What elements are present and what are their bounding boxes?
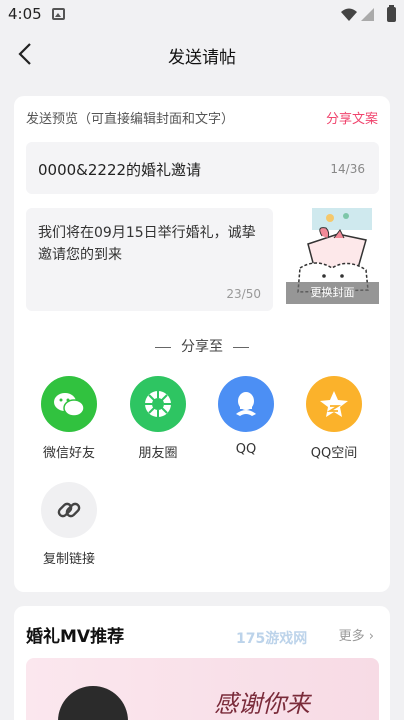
status-bar: 4:05 xyxy=(0,0,404,30)
nav-bar: 发送请帖 xyxy=(0,30,404,78)
change-cover-button[interactable]: 更换封面 xyxy=(286,282,379,304)
signal-icon xyxy=(361,8,374,21)
status-time: 4:05 xyxy=(8,5,42,23)
copy-link-label: 复制链接 xyxy=(42,552,95,567)
qzone-icon xyxy=(306,376,362,432)
mv-more-link[interactable]: 更多 › xyxy=(339,625,374,644)
share-moments-label: 朋友圈 xyxy=(138,446,178,461)
share-qzone-label: QQ空间 xyxy=(310,446,358,461)
wechat-icon xyxy=(41,376,97,432)
wedding-mv-section: 婚礼MV推荐 175游戏网 更多 › 感谢你来 xyxy=(14,606,390,720)
invitation-description-text: 我们将在09月15日举行婚礼，诚挚邀请您的到来 xyxy=(38,225,256,263)
mv-section-title: 婚礼MV推荐 xyxy=(26,627,125,647)
moments-icon xyxy=(130,376,186,432)
share-qq[interactable]: QQ xyxy=(211,376,281,457)
share-to-heading: 分享至 xyxy=(14,336,390,356)
title-char-count: 14/36 xyxy=(330,162,365,176)
qq-icon xyxy=(218,376,274,432)
mv-more-label: 更多 xyxy=(338,629,365,644)
mv-disc-image xyxy=(58,686,128,720)
invitation-title-field[interactable]: 0000&2222的婚礼邀请 14/36 xyxy=(26,142,379,194)
share-moments[interactable]: 朋友圈 xyxy=(123,376,193,461)
share-wechat-label: 微信好友 xyxy=(42,446,95,461)
preview-label: 发送预览（可直接编辑封面和文字） xyxy=(26,112,235,127)
image-notification-icon xyxy=(52,8,65,20)
chevron-right-icon: › xyxy=(368,629,374,644)
invitation-preview-card: 发送预览（可直接编辑封面和文字） 分享文案 0000&2222的婚礼邀请 14/… xyxy=(14,96,390,592)
description-char-count: 23/50 xyxy=(226,287,261,301)
copy-link-button[interactable]: 复制链接 xyxy=(34,482,104,567)
battery-icon xyxy=(387,5,396,22)
invitation-description-field[interactable]: 我们将在09月15日举行婚礼，诚挚邀请您的到来 23/50 xyxy=(26,208,273,311)
wifi-icon xyxy=(341,8,357,21)
share-wechat-friends[interactable]: 微信好友 xyxy=(34,376,104,461)
watermark-logo: 175游戏网 xyxy=(236,631,308,647)
link-icon xyxy=(41,482,97,538)
share-qq-label: QQ xyxy=(235,442,257,457)
mv-banner-text: 感谢你来 xyxy=(214,690,310,718)
mv-banner[interactable]: 感谢你来 xyxy=(26,658,379,720)
invitation-title-text: 0000&2222的婚礼邀请 xyxy=(38,161,202,179)
share-copy-link[interactable]: 分享文案 xyxy=(326,108,378,127)
page-title: 发送请帖 xyxy=(168,48,236,68)
share-qzone[interactable]: QQ空间 xyxy=(299,376,369,461)
cover-image[interactable]: 更换封面 xyxy=(286,208,379,304)
